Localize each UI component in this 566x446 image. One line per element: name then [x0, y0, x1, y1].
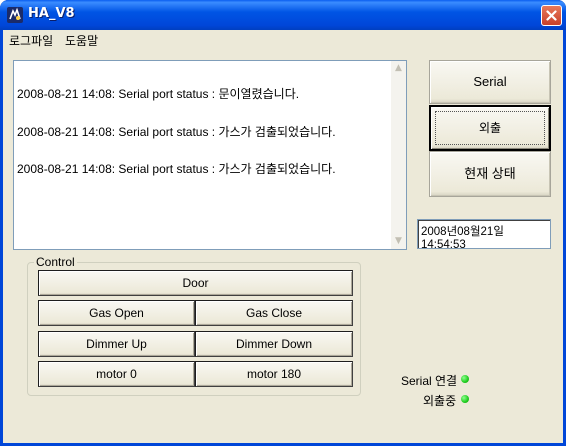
dimmer-up-button[interactable]: Dimmer Up	[38, 331, 195, 357]
outing-button[interactable]: 외출	[429, 105, 551, 151]
dimmer-up-button-label: Dimmer Up	[86, 337, 147, 351]
dimmer-down-button-label: Dimmer Down	[235, 337, 312, 351]
outing-mode-indicator	[461, 395, 469, 403]
log-line: 2008-08-21 14:08: Serial port status : 가…	[17, 124, 336, 139]
menu-help[interactable]: 도움말	[65, 32, 98, 49]
current-status-button[interactable]: 현재 상태	[429, 151, 551, 197]
window-title: HA_V8	[28, 6, 75, 21]
current-status-button-label: 현재 상태	[464, 166, 516, 181]
log-lines: 2008-08-21 14:08: Serial port status : 문…	[17, 63, 336, 201]
log-line: 2008-08-21 14:08: Serial port status : 문…	[17, 87, 300, 101]
app-window: HA_V8 로그파일 도움말 2008-08-21 14:08: Serial …	[0, 0, 566, 446]
dimmer-down-button[interactable]: Dimmer Down	[195, 331, 353, 357]
app-icon	[7, 7, 23, 23]
control-group-label: Control	[34, 255, 77, 269]
menu-bar: 로그파일 도움말	[3, 30, 563, 49]
log-line: 2008-08-21 14:08: Serial port status : 가…	[17, 162, 336, 176]
title-bar[interactable]: HA_V8	[0, 0, 566, 30]
scroll-down-icon[interactable]: ▼	[391, 234, 406, 249]
door-button[interactable]: Door	[38, 270, 353, 296]
serial-connection-label: Serial 연결	[401, 374, 458, 388]
scroll-up-icon[interactable]: ▲	[391, 61, 406, 76]
datetime-field: 2008년08월21일 14:54:53	[417, 219, 551, 251]
close-icon	[546, 10, 557, 21]
serial-button[interactable]: Serial	[429, 60, 551, 104]
gas-open-button-label: Gas Open	[89, 306, 144, 320]
motor-0-button-label: motor 0	[96, 367, 137, 381]
datetime-text: 2008년08월21일 14:54:53	[421, 226, 504, 251]
close-button[interactable]	[541, 5, 562, 26]
serial-button-label: Serial	[473, 74, 507, 89]
door-button-label: Door	[182, 276, 209, 290]
menu-log-file[interactable]: 로그파일	[9, 32, 53, 49]
gas-open-button[interactable]: Gas Open	[38, 300, 195, 326]
motor-180-button[interactable]: motor 180	[195, 361, 353, 387]
outing-mode-label: 외출중	[423, 394, 457, 408]
client-area: 로그파일 도움말 2008-08-21 14:08: Serial port s…	[3, 30, 563, 443]
serial-connection-indicator	[461, 375, 469, 383]
gas-close-button-label: Gas Close	[245, 306, 303, 320]
log-listbox[interactable]: 2008-08-21 14:08: Serial port status : 문…	[13, 60, 407, 250]
log-scrollbar[interactable]: ▲ ▼	[391, 61, 406, 249]
gas-close-button[interactable]: Gas Close	[195, 300, 353, 326]
motor-0-button[interactable]: motor 0	[38, 361, 195, 387]
motor-180-button-label: motor 180	[246, 367, 302, 381]
focus-rect	[435, 111, 545, 145]
